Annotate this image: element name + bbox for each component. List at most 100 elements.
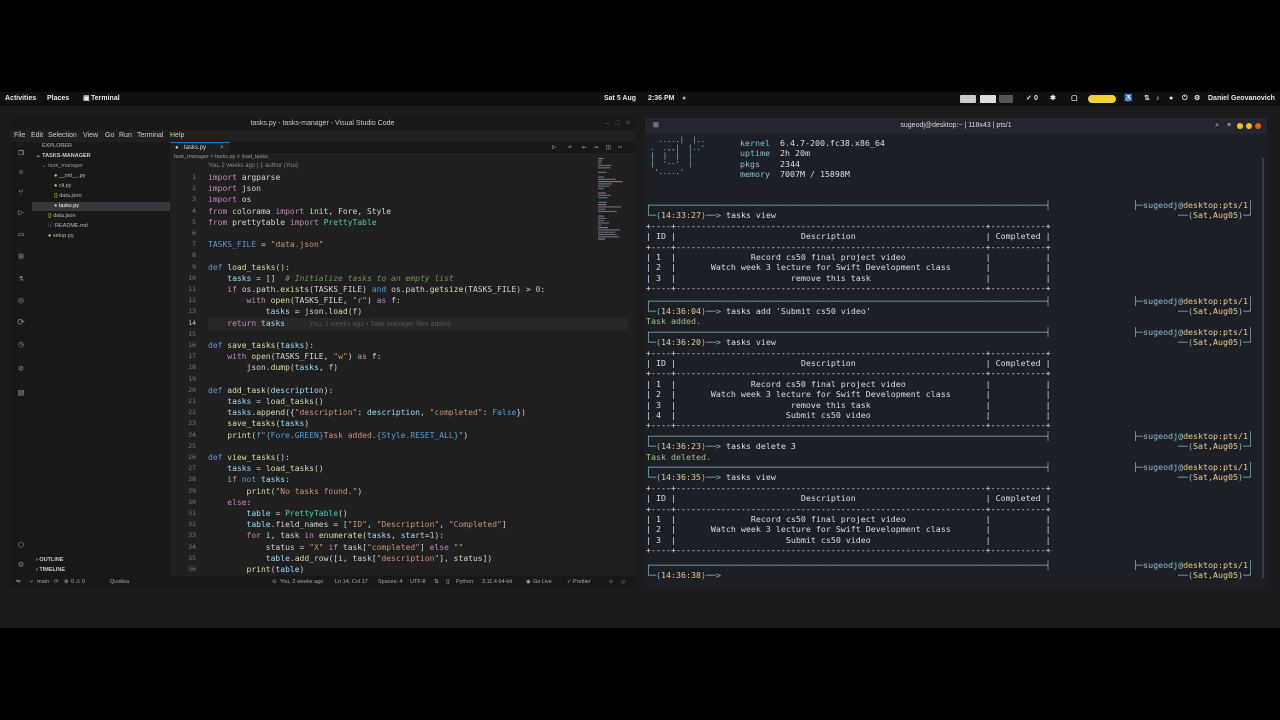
code-line[interactable]: else: xyxy=(208,497,251,508)
code-line[interactable]: TASKS_FILE = "data.json" xyxy=(208,239,324,250)
testing-icon[interactable]: ⚗ xyxy=(16,274,26,284)
file-item[interactable]: ● __init__.py xyxy=(54,172,85,181)
search-icon[interactable]: ⌕ xyxy=(16,168,26,178)
code-line[interactable]: def save_tasks(tasks): xyxy=(208,340,314,351)
timeline-section[interactable]: › TIMELINE xyxy=(36,566,65,575)
code-line[interactable]: tasks = json.load(f) xyxy=(208,306,362,317)
workspace-1[interactable] xyxy=(960,95,976,103)
file-item[interactable]: ● cli.py xyxy=(54,182,71,191)
file-item[interactable]: ● setup.py xyxy=(48,232,74,241)
notifications-bell-icon[interactable]: ♫ xyxy=(621,576,625,588)
code-line[interactable]: json.dump(tasks, f) xyxy=(208,362,339,373)
problems-count[interactable]: 0 ⚠ 0 xyxy=(71,576,85,588)
docker-icon[interactable]: ◎ xyxy=(16,296,26,306)
tab-tasks-py[interactable]: ● tasks.py × xyxy=(170,142,230,153)
code-line[interactable]: tasks = load_tasks() xyxy=(208,396,323,407)
menu-terminal[interactable]: Terminal xyxy=(137,132,163,139)
comments-icon[interactable]: ▤ xyxy=(16,388,26,398)
file-item-selected[interactable]: ● tasks.py xyxy=(32,202,170,211)
yellow-toggle[interactable] xyxy=(1088,95,1116,103)
clock-date[interactable]: Sat 5 Aug xyxy=(604,92,636,106)
clock-time[interactable]: 2:36 PM xyxy=(648,92,674,106)
code-line[interactable]: def load_tasks(): xyxy=(208,262,290,273)
places-menu[interactable]: Places xyxy=(47,92,69,106)
live-share-icon[interactable]: ⟳ xyxy=(16,318,26,328)
code-line[interactable]: def view_tasks(): xyxy=(208,452,290,463)
indentation[interactable]: Spaces: 4 xyxy=(378,576,402,588)
git-branch[interactable]: main xyxy=(37,576,49,588)
file-item[interactable]: ⓘ README.md xyxy=(48,222,88,231)
code-line[interactable]: status = "X" if task["completed"] else "… xyxy=(208,542,464,553)
menu-run[interactable]: Run xyxy=(119,132,132,139)
code-line[interactable]: table = PrettyTable() xyxy=(208,508,348,519)
timeline-icon[interactable]: ◷ xyxy=(16,340,26,350)
volume-icon[interactable]: ♪ xyxy=(1156,92,1160,106)
workspace-2[interactable] xyxy=(980,95,996,103)
code-line[interactable]: from prettytable import PrettyTable xyxy=(208,217,377,228)
clipboard-icon[interactable]: ▢ xyxy=(1071,92,1078,106)
code-line[interactable]: import os xyxy=(208,194,251,205)
extension-icon[interactable]: ✱ xyxy=(1050,92,1056,106)
terminal-menu-icon[interactable]: ≡ xyxy=(1227,118,1231,134)
code-line[interactable]: tasks.append({"description": description… xyxy=(208,407,526,418)
code-line[interactable]: table.add_row([i, task["description"], s… xyxy=(208,553,492,564)
line-ending-icon[interactable]: ⇅ xyxy=(434,576,439,588)
code-line[interactable]: with open(TASKS_FILE, "r") as f: xyxy=(208,295,401,306)
maximize-dot-icon[interactable] xyxy=(1246,123,1252,129)
minimize-dot-icon[interactable] xyxy=(1237,123,1243,129)
code-line[interactable]: import json xyxy=(208,183,261,194)
terminal-scrollbar[interactable] xyxy=(1262,158,1264,578)
encoding[interactable]: UTF-8 xyxy=(410,576,426,588)
run-debug-icon[interactable]: ▷ xyxy=(16,208,26,218)
maximize-icon[interactable]: □ xyxy=(616,118,620,130)
explorer-icon[interactable]: ❐ xyxy=(16,148,26,158)
menu-help[interactable]: Help xyxy=(170,132,184,139)
more-actions-icon[interactable]: ⋯ xyxy=(618,143,622,151)
code-line[interactable]: tasks = load_tasks() xyxy=(208,463,323,474)
run-file-icon[interactable]: ▷ xyxy=(552,143,556,151)
source-control-icon[interactable]: ⑂ xyxy=(16,188,26,198)
go-back-icon[interactable]: ← xyxy=(582,143,586,151)
code-line[interactable]: print(f"{Fore.GREEN}Task added.{Style.RE… xyxy=(208,430,468,441)
check-icon[interactable]: ✓ xyxy=(1026,92,1032,106)
feedback-icon[interactable]: ☺ xyxy=(608,576,614,588)
code-line[interactable]: def add_task(description): xyxy=(208,385,333,396)
user-name[interactable]: Daniel Geovanovich xyxy=(1208,92,1275,106)
project-folder[interactable]: ⌄ TASKS-MANAGER xyxy=(36,152,91,161)
code-line[interactable]: return tasks You, 2 weeks ago • Task mana… xyxy=(208,317,628,330)
code-line[interactable]: if not tasks: xyxy=(208,474,290,485)
power-icon[interactable]: ⏻ xyxy=(1182,92,1188,106)
code-editor[interactable]: ● tasks.py × ▷ ↶ ← → ◫ ⋯ task_manager > ta… xyxy=(170,142,635,576)
go-live[interactable]: Go Live xyxy=(533,576,552,588)
code-line[interactable]: print(table) xyxy=(208,564,305,575)
remote-icon[interactable]: ⇋ xyxy=(16,576,21,588)
code-line[interactable]: import argparse xyxy=(208,172,280,183)
language-mode[interactable]: Python xyxy=(456,576,473,588)
code-line[interactable]: if os.path.exists(TASKS_FILE) and os.pat… xyxy=(208,284,545,295)
breadcrumb[interactable]: task_manager > tasks.py > load_tasks xyxy=(174,154,268,160)
terminal-app-menu[interactable]: Terminal xyxy=(91,92,120,106)
minimize-icon[interactable]: – xyxy=(605,118,609,130)
file-item[interactable]: {} data.json xyxy=(54,192,82,201)
interpreter[interactable]: 3.11.4 64-bit xyxy=(482,576,512,588)
split-editor-icon[interactable]: ◫ xyxy=(606,143,610,151)
menu-selection[interactable]: Selection xyxy=(48,132,77,139)
code-line[interactable]: save_tasks(tasks) xyxy=(208,418,309,429)
close-dot-icon[interactable] xyxy=(1255,123,1261,129)
code-line[interactable]: print("No tasks found.") xyxy=(208,486,363,497)
network-icon[interactable]: ⇅ xyxy=(1144,92,1150,106)
menu-view[interactable]: View xyxy=(83,132,98,139)
code-line[interactable]: table.field_names = ["ID", "Description"… xyxy=(208,519,507,530)
account-icon[interactable]: ◯ xyxy=(16,540,26,550)
prettier[interactable]: Prettier xyxy=(573,576,591,588)
workspace-3[interactable] xyxy=(999,95,1013,103)
file-item[interactable]: ⌄ task_manager xyxy=(42,162,83,171)
git-blame-header[interactable]: You, 2 weeks ago | 1 author (You) xyxy=(208,163,298,169)
sync-icon[interactable]: ⟳ xyxy=(54,576,59,588)
menu-edit[interactable]: Edit xyxy=(31,132,43,139)
accessibility-icon[interactable]: ♿ xyxy=(1124,92,1133,106)
remote-explorer-icon[interactable]: ▭ xyxy=(16,230,26,240)
cursor-position[interactable]: Ln 14, Col 17 xyxy=(335,576,368,588)
menu-go[interactable]: Go xyxy=(105,132,114,139)
file-item[interactable]: {} data.json xyxy=(48,212,76,221)
